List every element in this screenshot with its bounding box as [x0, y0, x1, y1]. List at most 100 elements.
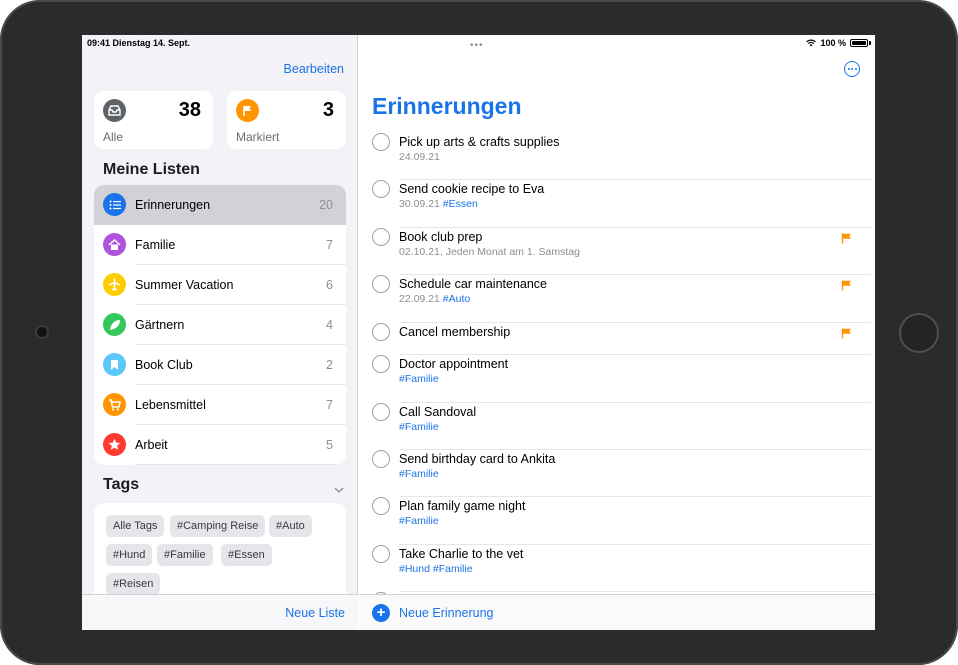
reminder-row[interactable]: Pick up arts & crafts supplies 24.09.21	[359, 133, 871, 180]
reminder-details: #Hund #Familie	[399, 563, 473, 575]
reminder-row[interactable]: Take Charlie to the vet #Hund #Familie	[359, 545, 871, 592]
complete-checkbox[interactable]	[372, 545, 390, 563]
status-indicators: 100 %	[806, 38, 871, 48]
reminder-date: 30.09.21	[399, 198, 440, 210]
more-options-icon[interactable]	[844, 61, 860, 77]
divider	[135, 464, 346, 465]
reminder-row[interactable]: Doctor appointment #Familie	[359, 355, 871, 403]
reminder-tags[interactable]: #Familie	[399, 515, 439, 527]
sidebar-item-familie[interactable]: Familie 7	[94, 225, 346, 265]
complete-checkbox[interactable]	[372, 450, 390, 468]
list-icon	[103, 193, 126, 216]
tag-chip[interactable]: #Reisen	[106, 573, 161, 595]
complete-checkbox[interactable]	[372, 275, 390, 293]
reminder-row[interactable]: Book club prep 02.10.21, Jeden Monat am 1…	[359, 228, 871, 275]
reminder-details: 24.09.21	[399, 151, 440, 163]
complete-checkbox[interactable]	[372, 323, 390, 341]
complete-checkbox[interactable]	[372, 180, 390, 198]
chevron-down-icon[interactable]	[334, 480, 344, 498]
list-name: Familie	[135, 238, 176, 252]
reminder-tags[interactable]: #Familie	[399, 373, 439, 385]
complete-checkbox[interactable]	[372, 355, 390, 373]
my-lists: Erinnerungen 20 Familie 7 Summer Vacatio…	[94, 185, 346, 465]
home-button[interactable]	[899, 313, 939, 353]
reminder-tags[interactable]: #Familie	[399, 421, 439, 433]
reminder-row[interactable]: Plan family game night #Familie	[359, 497, 871, 545]
reminder-title[interactable]: Doctor appointment	[399, 357, 508, 371]
battery-icon	[850, 39, 868, 47]
reminder-title[interactable]: Send birthday card to Ankita	[399, 452, 555, 466]
sidebar-item-arbeit[interactable]: Arbeit 5	[94, 425, 346, 465]
reminder-title[interactable]: Cancel membership	[399, 325, 510, 339]
reminder-title[interactable]: Pick up arts & crafts supplies	[399, 135, 559, 149]
complete-checkbox[interactable]	[372, 133, 390, 151]
new-list-button[interactable]: Neue Liste	[285, 606, 345, 620]
flag-icon	[236, 99, 259, 122]
screen: 09:41 Dienstag 14. Sept. Bearbeiten 38 A…	[82, 35, 875, 630]
list-name: Summer Vacation	[135, 278, 234, 292]
camera	[37, 327, 47, 337]
new-reminder-button[interactable]: Neue Erinnerung	[399, 606, 494, 620]
sidebar-item-summer-vacation[interactable]: Summer Vacation 6	[94, 265, 346, 305]
reminder-title[interactable]: Book club prep	[399, 230, 482, 244]
reminder-details: #Familie	[399, 421, 439, 433]
battery-percent: 100 %	[820, 38, 846, 48]
smart-list-all[interactable]: 38 Alle	[94, 91, 213, 149]
sidebar: 09:41 Dienstag 14. Sept. Bearbeiten 38 A…	[82, 35, 358, 630]
complete-checkbox[interactable]	[372, 403, 390, 421]
my-lists-title: Meine Listen	[103, 161, 200, 178]
smart-list-label: Alle	[103, 130, 124, 144]
reminder-details: #Familie	[399, 373, 439, 385]
reminder-title[interactable]: Plan family game night	[399, 499, 525, 513]
list-name: Erinnerungen	[135, 198, 211, 212]
cart-icon	[103, 393, 126, 416]
multitasking-dots[interactable]: •••	[470, 40, 484, 51]
sidebar-item-erinnerungen[interactable]: Erinnerungen 20	[94, 185, 346, 225]
tag-chip[interactable]: #Auto	[269, 515, 312, 537]
tag-chip[interactable]: #Hund	[106, 544, 153, 566]
reminder-tags[interactable]: #Auto	[443, 293, 470, 305]
status-time-date: 09:41 Dienstag 14. Sept.	[87, 38, 191, 48]
list-count: 20	[319, 198, 333, 212]
list-name: Lebensmittel	[135, 398, 206, 412]
main-toolbar: + Neue Erinnerung	[359, 594, 875, 630]
sidebar-item-lebensmittel[interactable]: Lebensmittel 7	[94, 385, 346, 425]
reminder-tags[interactable]: #Essen	[443, 198, 478, 210]
list-count: 2	[326, 358, 333, 372]
tag-chip[interactable]: Alle Tags	[106, 515, 165, 537]
smart-list-flagged[interactable]: 3 Markiert	[227, 91, 346, 149]
tag-chip[interactable]: #Essen	[221, 544, 272, 566]
smart-list-count: 3	[322, 99, 334, 121]
page-title: Erinnerungen	[372, 93, 522, 119]
reminder-tags[interactable]: #Familie	[399, 468, 439, 480]
reminder-details: 02.10.21, Jeden Monat am 1. Samstag	[399, 246, 580, 258]
reminder-title[interactable]: Send cookie recipe to Eva	[399, 182, 544, 196]
tag-chip[interactable]: #Camping Reise	[170, 515, 266, 537]
reminder-row[interactable]: Schedule car maintenance 22.09.21 #Auto	[359, 275, 871, 323]
reminder-title[interactable]: Schedule car maintenance	[399, 277, 547, 291]
sidebar-toolbar: Neue Liste	[82, 594, 358, 630]
edit-button[interactable]: Bearbeiten	[284, 62, 344, 76]
reminder-row[interactable]: Send birthday card to Ankita #Familie	[359, 450, 871, 497]
list-name: Gärtnern	[135, 318, 185, 332]
sidebar-item-gaertnern[interactable]: Gärtnern 4	[94, 305, 346, 345]
list-count: 4	[326, 318, 333, 332]
tag-chip[interactable]: #Familie	[157, 544, 213, 566]
flag-icon	[841, 326, 852, 344]
star-icon	[103, 433, 126, 456]
plus-icon[interactable]: +	[372, 604, 390, 622]
reminder-row[interactable]: Cancel membership	[359, 323, 871, 355]
reminder-title[interactable]: Call Sandoval	[399, 405, 476, 419]
reminder-row[interactable]: Send cookie recipe to Eva 30.09.21 #Essen	[359, 180, 871, 228]
wifi-icon	[806, 39, 817, 47]
reminder-details: 22.09.21 #Auto	[399, 293, 470, 305]
reminder-row[interactable]: Call Sandoval #Familie	[359, 403, 871, 450]
reminder-tags[interactable]: #Hund #Familie	[399, 563, 473, 575]
list-name: Book Club	[135, 358, 193, 372]
complete-checkbox[interactable]	[372, 497, 390, 515]
sidebar-item-book-club[interactable]: Book Club 2	[94, 345, 346, 385]
house-icon	[103, 233, 126, 256]
complete-checkbox[interactable]	[372, 228, 390, 246]
reminder-title[interactable]: Take Charlie to the vet	[399, 547, 523, 561]
list-count: 6	[326, 278, 333, 292]
